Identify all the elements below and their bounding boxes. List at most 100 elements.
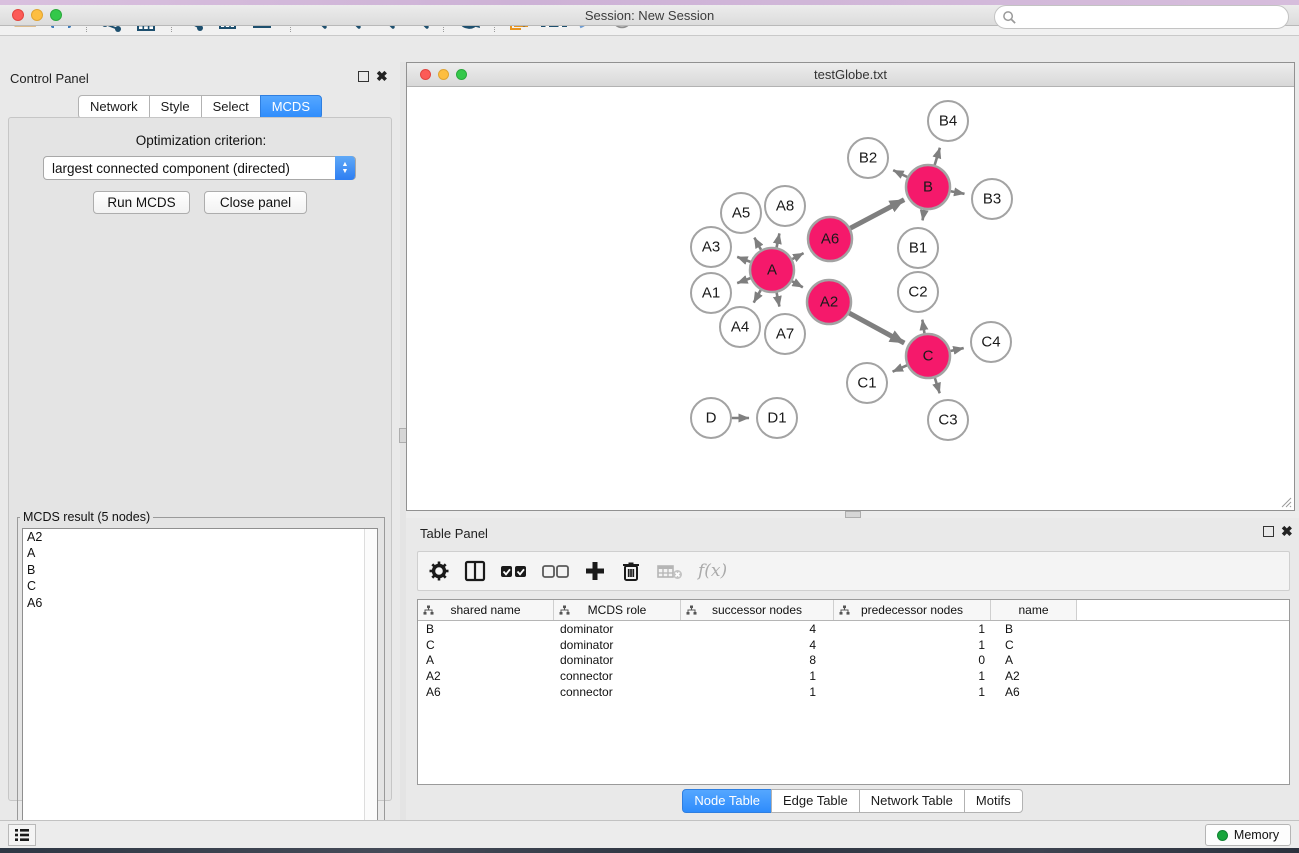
- network-zoom-button[interactable]: [456, 69, 467, 80]
- network-minimize-button[interactable]: [438, 69, 449, 80]
- edge-A-A3[interactable]: [737, 257, 750, 262]
- edge-B-B2[interactable]: [893, 170, 907, 177]
- result-scrollbar[interactable]: [364, 529, 377, 845]
- tab-style[interactable]: Style: [149, 95, 202, 119]
- table-cell: A2: [991, 669, 1077, 683]
- table-settings-icon[interactable]: [428, 557, 450, 585]
- tab-edge-table[interactable]: Edge Table: [771, 789, 860, 813]
- result-item: C: [23, 578, 377, 594]
- tab-network[interactable]: Network: [78, 95, 150, 119]
- table-cell: B: [991, 622, 1077, 636]
- close-window-button[interactable]: [12, 9, 24, 21]
- table-cell: 4: [681, 622, 834, 636]
- node-label-D1: D1: [767, 410, 786, 427]
- select-all-icon[interactable]: [500, 557, 528, 585]
- add-row-icon[interactable]: [584, 557, 606, 585]
- node-label-B: B: [923, 179, 933, 196]
- mcds-panel-body: Optimization criterion: largest connecte…: [8, 117, 392, 801]
- edge-C-C2[interactable]: [922, 320, 924, 334]
- table-row[interactable]: A2connector11A2: [418, 668, 1289, 684]
- node-label-A2: A2: [820, 294, 838, 311]
- network-graph: B4B2BB3A8A5A6A3B1AC2A1A2A4A7C4CC1C3DD1: [407, 87, 1294, 510]
- close-panel-icon[interactable]: ✖: [376, 71, 388, 82]
- minimize-window-button[interactable]: [31, 9, 43, 21]
- tab-node-table[interactable]: Node Table: [682, 789, 772, 813]
- column-header-successor-nodes[interactable]: successor nodes: [681, 600, 834, 620]
- edge-A-A2[interactable]: [792, 281, 803, 287]
- float-panel-icon[interactable]: [358, 71, 369, 82]
- result-item: A2: [23, 529, 377, 545]
- edge-A-A8[interactable]: [777, 233, 780, 247]
- column-header-predecessor-nodes[interactable]: predecessor nodes: [834, 600, 991, 620]
- optimization-criterion-label: Optimization criterion:: [9, 133, 393, 148]
- edge-A-A1[interactable]: [737, 278, 750, 283]
- edge-B-B3[interactable]: [951, 191, 965, 194]
- column-label: successor nodes: [712, 603, 802, 617]
- table-cell: A6: [991, 685, 1077, 699]
- column-header-shared-name[interactable]: shared name: [418, 600, 554, 620]
- node-label-A: A: [767, 262, 777, 279]
- edge-A-A5[interactable]: [754, 238, 761, 250]
- deselect-all-icon[interactable]: [542, 557, 570, 585]
- close-panel-button[interactable]: Close panel: [204, 191, 307, 214]
- mcds-result-group: MCDS result (5 nodes) A2ABCA6: [17, 510, 385, 853]
- column-header-name[interactable]: name: [991, 600, 1077, 620]
- node-label-A5: A5: [732, 205, 750, 222]
- edge-A-A4[interactable]: [754, 290, 761, 303]
- edge-A2-C[interactable]: [849, 313, 904, 343]
- table-cell: dominator: [554, 638, 681, 652]
- zoom-window-button[interactable]: [50, 9, 62, 21]
- table-row[interactable]: Bdominator41B: [418, 621, 1289, 637]
- node-table-header: shared nameMCDS role successor nodes prede…: [418, 600, 1289, 621]
- run-mcds-button[interactable]: Run MCDS: [93, 191, 190, 214]
- node-label-C: C: [923, 348, 934, 365]
- node-table-body: Bdominator41BCdominator41CAdominator80AA…: [418, 621, 1289, 700]
- tab-motifs[interactable]: Motifs: [964, 789, 1023, 813]
- table-cell: C: [418, 638, 554, 652]
- table-cell: A2: [418, 669, 554, 683]
- search-input[interactable]: [994, 5, 1289, 29]
- table-cell: 1: [834, 622, 991, 636]
- table-cell: A6: [418, 685, 554, 699]
- optimization-criterion-select[interactable]: largest connected component (directed) ▲…: [43, 156, 356, 180]
- task-history-button[interactable]: [8, 824, 36, 846]
- tab-select[interactable]: Select: [201, 95, 261, 119]
- tab-mcds[interactable]: MCDS: [260, 95, 322, 119]
- network-canvas[interactable]: B4B2BB3A8A5A6A3B1AC2A1A2A4A7C4CC1C3DD1: [407, 87, 1294, 510]
- control-panel-title: Control Panel: [10, 71, 89, 86]
- edge-B-B1[interactable]: [923, 210, 925, 221]
- network-window-title: testGlobe.txt: [407, 63, 1294, 87]
- edge-A6-B[interactable]: [850, 200, 904, 229]
- float-table-panel-icon[interactable]: [1263, 526, 1274, 537]
- node-label-A7: A7: [776, 326, 794, 343]
- delete-row-icon[interactable]: [620, 557, 642, 585]
- result-item: A: [23, 545, 377, 561]
- control-panel-tabs: NetworkStyleSelectMCDS: [0, 95, 400, 119]
- table-row[interactable]: Cdominator41C: [418, 637, 1289, 653]
- tab-network-table[interactable]: Network Table: [859, 789, 965, 813]
- table-cell: 1: [834, 638, 991, 652]
- node-label-C4: C4: [981, 334, 1000, 351]
- mcds-result-list[interactable]: A2ABCA6: [22, 528, 378, 846]
- node-label-B1: B1: [909, 240, 927, 257]
- resize-grip-icon[interactable]: [1279, 495, 1292, 508]
- edge-B-B4[interactable]: [935, 148, 940, 165]
- edge-C-C1[interactable]: [893, 365, 907, 371]
- node-label-B4: B4: [939, 113, 957, 130]
- table-toolbar: f(x): [417, 551, 1290, 591]
- edge-A-A7[interactable]: [777, 293, 780, 307]
- column-header-MCDS-role[interactable]: MCDS role: [554, 600, 681, 620]
- function-builder-icon: f(x): [698, 557, 727, 585]
- memory-button[interactable]: Memory: [1205, 824, 1291, 846]
- table-cell: C: [991, 638, 1077, 652]
- edge-A-A6[interactable]: [792, 253, 803, 259]
- table-row[interactable]: A6connector11A6: [418, 684, 1289, 700]
- horizontal-splitter-handle[interactable]: [845, 511, 861, 518]
- edge-C-C3[interactable]: [935, 378, 940, 393]
- network-close-button[interactable]: [420, 69, 431, 80]
- close-table-panel-icon[interactable]: ✖: [1281, 526, 1293, 537]
- column-layout-icon[interactable]: [464, 557, 486, 585]
- node-label-C2: C2: [908, 284, 927, 301]
- edge-C-C4[interactable]: [950, 348, 963, 351]
- table-row[interactable]: Adominator80A: [418, 653, 1289, 669]
